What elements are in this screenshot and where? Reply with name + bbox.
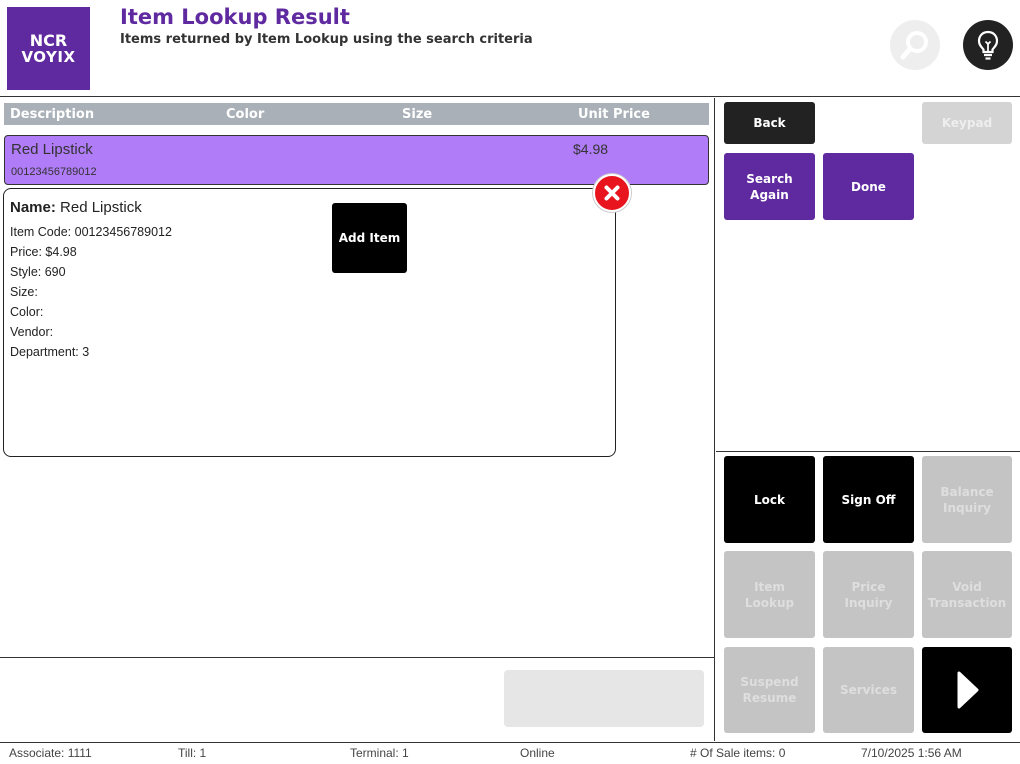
item-list-pane: Description Color Size Unit Price Red Li… xyxy=(0,98,715,741)
status-datetime: 7/10/2025 1:56 AM xyxy=(861,746,962,760)
suspend-resume-button[interactable]: Suspend Resume xyxy=(724,647,815,733)
logo-line2: VOYIX xyxy=(21,47,76,66)
arrow-right-icon xyxy=(957,671,979,709)
sign-off-button[interactable]: Sign Off xyxy=(823,456,914,543)
balance-inquiry-button[interactable]: Balance Inquiry xyxy=(922,456,1012,543)
status-associate: Associate: 1111 xyxy=(9,746,92,760)
column-description: Description xyxy=(10,107,95,122)
services-button[interactable]: Services xyxy=(823,647,914,733)
column-size: Size xyxy=(402,107,433,122)
grid-header: Description Color Size Unit Price xyxy=(4,103,709,125)
detail-name-value: Red Lipstick xyxy=(60,199,142,216)
done-button[interactable]: Done xyxy=(823,153,914,220)
add-item-button[interactable]: Add Item xyxy=(332,203,407,273)
detail-size: Size: xyxy=(10,285,38,299)
detail-vendor: Vendor: xyxy=(10,325,54,339)
close-detail-button[interactable] xyxy=(593,174,631,212)
detail-department: Department: 3 xyxy=(10,345,90,359)
row-item-code: 00123456789012 xyxy=(11,166,97,178)
ncr-voyix-logo: NCR VOYIX xyxy=(7,7,90,90)
main-actions-panel: Lock Sign Off Balance Inquiry Item Looku… xyxy=(716,453,1020,741)
status-online: Online xyxy=(520,746,555,760)
detail-price: Price: $4.98 xyxy=(10,245,77,259)
item-detail-card: Name: Red Lipstick Item Code: 0012345678… xyxy=(3,188,616,457)
next-page-button[interactable] xyxy=(922,647,1012,733)
status-terminal: Terminal: 1 xyxy=(350,746,409,760)
close-icon xyxy=(604,185,620,201)
status-bar: Associate: 1111 Till: 1 Terminal: 1 Onli… xyxy=(0,742,1020,764)
input-display-field[interactable] xyxy=(504,670,704,727)
row-description: Red Lipstick xyxy=(11,141,93,158)
detail-color: Color: xyxy=(10,305,44,319)
price-inquiry-button[interactable]: Price Inquiry xyxy=(823,551,914,638)
back-button[interactable]: Back xyxy=(724,102,815,144)
column-unit-price: Unit Price xyxy=(578,107,650,122)
detail-name-label: Name: xyxy=(10,199,56,216)
item-lookup-button[interactable]: Item Lookup xyxy=(724,551,815,638)
row-unit-price: $4.98 xyxy=(573,141,609,157)
column-color: Color xyxy=(226,107,265,122)
page-title: Item Lookup Result xyxy=(120,5,350,29)
detail-item-code: Item Code: 00123456789012 xyxy=(10,225,172,239)
detail-name: Name: Red Lipstick xyxy=(10,199,142,216)
lock-button[interactable]: Lock xyxy=(724,456,815,543)
header: NCR VOYIX Item Lookup Result Items retur… xyxy=(0,0,1020,97)
divider xyxy=(0,657,715,658)
search-button[interactable] xyxy=(890,20,940,70)
page-subtitle: Items returned by Item Lookup using the … xyxy=(120,32,533,47)
help-button[interactable] xyxy=(963,20,1013,70)
keypad-button[interactable]: Keypad xyxy=(922,102,1012,144)
context-actions-panel: Back Keypad Search Again Done xyxy=(716,98,1020,452)
void-transaction-button[interactable]: Void Transaction xyxy=(922,551,1012,638)
search-icon xyxy=(900,31,928,60)
lightbulb-icon xyxy=(977,30,999,60)
detail-style: Style: 690 xyxy=(10,265,66,279)
status-till: Till: 1 xyxy=(178,746,207,760)
status-sale-items: # Of Sale items: 0 xyxy=(690,746,786,760)
search-again-button[interactable]: Search Again xyxy=(724,153,815,220)
logo-line1: NCR xyxy=(29,30,68,50)
